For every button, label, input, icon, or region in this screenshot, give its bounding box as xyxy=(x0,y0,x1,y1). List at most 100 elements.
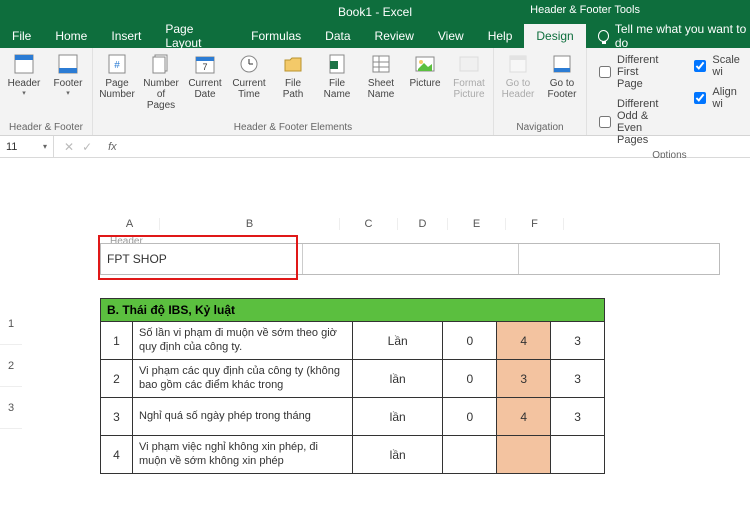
row-headers: 123 xyxy=(0,303,22,429)
cell-desc[interactable]: Số lần vi phạm đi muộn về sớm theo giờ q… xyxy=(133,322,353,360)
cell-index[interactable]: 1 xyxy=(101,322,133,360)
ibs-table: B. Thái độ IBS, Kỷ luật 1 Số lần vi phạm… xyxy=(100,298,605,474)
picture-icon xyxy=(413,52,437,76)
group-options: Different First Page Different Odd & Eve… xyxy=(587,48,750,135)
cell-c[interactable] xyxy=(551,436,605,474)
sheet-name-button[interactable]: Sheet Name xyxy=(363,52,399,100)
goto-header-icon xyxy=(506,52,530,76)
tab-design[interactable]: Design xyxy=(524,24,585,48)
cell-a[interactable]: 0 xyxy=(443,322,497,360)
header-center-input[interactable] xyxy=(303,244,519,274)
name-box[interactable]: 11 ▾ xyxy=(0,136,54,157)
tell-me[interactable]: Tell me what you want to do xyxy=(586,24,750,48)
col-header[interactable]: B xyxy=(160,218,340,230)
cell-b[interactable]: 4 xyxy=(497,322,551,360)
footer-button[interactable]: Footer ▾ xyxy=(50,52,86,97)
align-margins-checkbox[interactable]: Align wi xyxy=(688,84,746,112)
cell-a[interactable] xyxy=(443,436,497,474)
cell-c[interactable]: 3 xyxy=(551,398,605,436)
goto-footer-icon xyxy=(550,52,574,76)
tab-view[interactable]: View xyxy=(426,24,476,48)
goto-header-button: Go to Header xyxy=(500,52,536,100)
picture-button[interactable]: Picture xyxy=(407,52,443,89)
row-header[interactable]: 3 xyxy=(0,387,22,429)
col-header[interactable]: A xyxy=(100,218,160,230)
scale-with-doc-checkbox[interactable]: Scale wi xyxy=(688,52,746,80)
sheet-icon xyxy=(369,52,393,76)
goto-footer-button[interactable]: Go to Footer xyxy=(544,52,580,100)
row-header[interactable]: 1 xyxy=(0,303,22,345)
number-of-pages-button[interactable]: Number of Pages xyxy=(143,52,179,111)
cell-unit[interactable]: Lần xyxy=(353,322,443,360)
cell-desc[interactable]: Vi phạm các quy định của công ty (không … xyxy=(133,360,353,398)
enter-icon[interactable]: ✓ xyxy=(82,140,92,154)
cell-c[interactable]: 3 xyxy=(551,360,605,398)
cell-index[interactable]: 3 xyxy=(101,398,133,436)
current-time-button[interactable]: Current Time xyxy=(231,52,267,100)
cell-desc[interactable]: Vi phạm việc nghỉ không xin phép, đi muộ… xyxy=(133,436,353,474)
diff-first-page-checkbox[interactable]: Different First Page xyxy=(593,52,664,92)
cell-index[interactable]: 2 xyxy=(101,360,133,398)
col-header[interactable]: F xyxy=(506,218,564,230)
group-label: Navigation xyxy=(500,120,580,133)
cell-index[interactable]: 4 xyxy=(101,436,133,474)
col-header[interactable]: E xyxy=(448,218,506,230)
contextual-tab-label: Header & Footer Tools xyxy=(530,4,640,16)
app-title: Book1 - Excel xyxy=(338,5,412,19)
diff-odd-even-checkbox[interactable]: Different Odd & Even Pages xyxy=(593,96,664,148)
table-title: B. Thái độ IBS, Kỷ luật xyxy=(101,299,605,322)
cell-unit[interactable]: lần xyxy=(353,360,443,398)
cancel-icon[interactable]: ✕ xyxy=(64,140,74,154)
table-row: 4 Vi phạm việc nghỉ không xin phép, đi m… xyxy=(101,436,605,474)
header-left-input[interactable]: FPT SHOP xyxy=(101,244,303,274)
pages-icon xyxy=(149,52,173,76)
cell-b[interactable] xyxy=(497,436,551,474)
worksheet-area[interactable]: ABCDEF 123 Header FPT SHOP B. Thái độ IB… xyxy=(0,158,750,524)
format-picture-button: Format Picture xyxy=(451,52,487,100)
current-date-button[interactable]: 7 Current Date xyxy=(187,52,223,100)
tab-page-layout[interactable]: Page Layout xyxy=(153,24,239,48)
file-name-button[interactable]: File Name xyxy=(319,52,355,100)
title-bar: Book1 - Excel Header & Footer Tools xyxy=(0,0,750,24)
folder-icon xyxy=(281,52,305,76)
page-header-area[interactable]: FPT SHOP xyxy=(100,243,720,275)
calendar-icon: 7 xyxy=(193,52,217,76)
cell-b[interactable]: 4 xyxy=(497,398,551,436)
tab-review[interactable]: Review xyxy=(363,24,426,48)
tab-formulas[interactable]: Formulas xyxy=(239,24,313,48)
table-row: 3 Nghỉ quá số ngày phép trong tháng lần … xyxy=(101,398,605,436)
table-row: 2 Vi phạm các quy định của công ty (khôn… xyxy=(101,360,605,398)
footer-icon xyxy=(56,52,80,76)
table-row: 1 Số lần vi phạm đi muộn về sớm theo giờ… xyxy=(101,322,605,360)
file-path-button[interactable]: File Path xyxy=(275,52,311,100)
tab-file[interactable]: File xyxy=(0,24,43,48)
cell-unit[interactable]: lần xyxy=(353,436,443,474)
tab-data[interactable]: Data xyxy=(313,24,362,48)
cell-c[interactable]: 3 xyxy=(551,322,605,360)
ribbon-tabs: File Home Insert Page Layout Formulas Da… xyxy=(0,24,750,48)
tab-insert[interactable]: Insert xyxy=(99,24,153,48)
fx-icon[interactable]: fx xyxy=(102,141,123,153)
page-number-icon: # xyxy=(105,52,129,76)
page-number-button[interactable]: # Page Number xyxy=(99,52,135,100)
col-header[interactable]: D xyxy=(398,218,448,230)
tab-home[interactable]: Home xyxy=(43,24,99,48)
tab-help[interactable]: Help xyxy=(476,24,525,48)
format-picture-icon xyxy=(457,52,481,76)
cell-unit[interactable]: lần xyxy=(353,398,443,436)
header-button[interactable]: Header ▾ xyxy=(6,52,42,97)
cell-desc[interactable]: Nghỉ quá số ngày phép trong tháng xyxy=(133,398,353,436)
excel-file-icon xyxy=(325,52,349,76)
svg-text:#: # xyxy=(114,60,120,71)
dropdown-icon: ▾ xyxy=(43,142,47,151)
column-headers: ABCDEF xyxy=(100,218,564,230)
cell-a[interactable]: 0 xyxy=(443,398,497,436)
group-label: Header & Footer xyxy=(6,120,86,133)
group-elements: # Page Number Number of Pages 7 Current … xyxy=(93,48,494,135)
row-header[interactable]: 2 xyxy=(0,345,22,387)
header-right-input[interactable] xyxy=(519,244,719,274)
bulb-icon xyxy=(598,30,609,42)
cell-b[interactable]: 3 xyxy=(497,360,551,398)
col-header[interactable]: C xyxy=(340,218,398,230)
cell-a[interactable]: 0 xyxy=(443,360,497,398)
